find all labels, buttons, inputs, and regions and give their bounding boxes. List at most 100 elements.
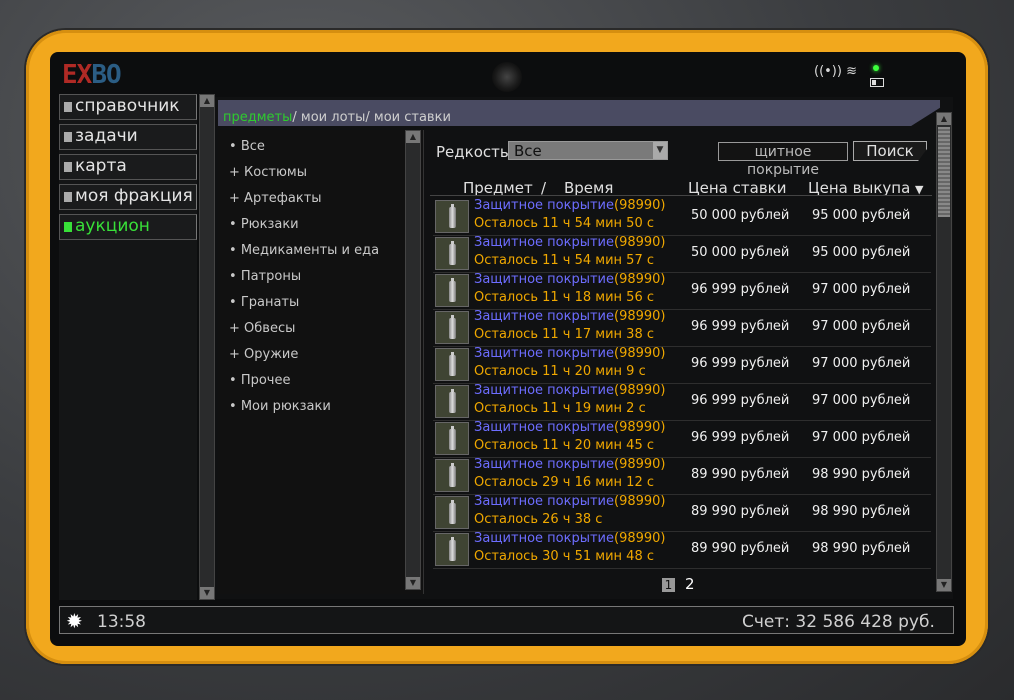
category-item[interactable]: + Оружие <box>229 347 298 362</box>
spray-can-icon <box>449 500 456 524</box>
time-remaining: Осталось 26 ч 38 с <box>474 512 603 527</box>
nav-item-faction[interactable]: моя фракция <box>59 184 197 210</box>
category-item[interactable]: + Артефакты <box>229 191 322 206</box>
table-row[interactable]: Защитное покрытие(98990) Осталось 11 ч 54… <box>433 235 931 273</box>
bid-price: 96 999 рублей <box>691 282 790 297</box>
nav-square-icon <box>64 162 72 172</box>
buyout-price: 97 000 рублей <box>812 356 911 371</box>
battery-icon <box>870 78 884 87</box>
bid-price: 50 000 рублей <box>691 208 790 223</box>
scroll-down-icon[interactable]: ▼ <box>406 577 420 589</box>
bid-price: 96 999 рублей <box>691 319 790 334</box>
time-remaining: Осталось 11 ч 18 мин 56 с <box>474 290 654 305</box>
table-row[interactable]: Защитное покрытие(98990) Осталось 11 ч 18… <box>433 272 931 310</box>
buyout-price: 95 000 рублей <box>812 208 911 223</box>
table-row[interactable]: Защитное покрытие(98990) Осталось 11 ч 17… <box>433 309 931 347</box>
table-row[interactable]: Защитное покрытие(98990) Осталось 11 ч 20… <box>433 346 931 384</box>
scroll-up-icon[interactable]: ▲ <box>937 113 951 125</box>
page-1[interactable]: 1 <box>662 578 675 592</box>
item-thumbnail <box>435 385 469 418</box>
power-led-icon <box>873 65 879 71</box>
item-thumbnail <box>435 200 469 233</box>
scroll-thumb[interactable] <box>938 127 950 217</box>
table-row[interactable]: Защитное покрытие(98990) Осталось 26 ч 38… <box>433 494 931 532</box>
buyout-price: 95 000 рублей <box>812 245 911 260</box>
buyout-price: 97 000 рублей <box>812 393 911 408</box>
nav-item-tasks[interactable]: задачи <box>59 124 197 150</box>
header-divider <box>430 195 932 196</box>
item-thumbnail <box>435 274 469 307</box>
table-row[interactable]: Защитное покрытие(98990) Осталось 11 ч 54… <box>433 198 931 236</box>
chevron-down-icon: ▼ <box>653 142 667 159</box>
table-row[interactable]: Защитное покрытие(98990) Осталось 11 ч 19… <box>433 383 931 421</box>
tab-my-lots[interactable]: мои лоты <box>301 110 365 125</box>
left-scrollbar[interactable]: ▲ ▼ <box>199 94 215 600</box>
spray-can-icon <box>449 204 456 228</box>
category-item[interactable]: • Прочее <box>229 373 290 388</box>
tab-my-bids[interactable]: мои ставки <box>374 110 451 125</box>
nav-square-icon <box>64 132 72 142</box>
nav-square-icon <box>64 102 72 112</box>
rarity-label: Редкость <box>436 143 509 161</box>
bid-price: 50 000 рублей <box>691 245 790 260</box>
bid-price: 89 990 рублей <box>691 541 790 556</box>
spray-can-icon <box>449 537 456 561</box>
category-scrollbar[interactable]: ▲ ▼ <box>405 130 421 590</box>
sun-icon: ✹ <box>66 609 83 633</box>
nav-item-map[interactable]: карта <box>59 154 197 180</box>
search-input[interactable]: щитное покрытие <box>718 142 848 178</box>
scroll-down-icon[interactable]: ▼ <box>200 587 214 599</box>
category-item[interactable]: • Патроны <box>229 269 301 284</box>
item-name: Защитное покрытие(98990) <box>474 198 666 213</box>
bid-price: 89 990 рублей <box>691 467 790 482</box>
spray-can-icon <box>449 426 456 450</box>
item-name: Защитное покрытие(98990) <box>474 346 666 361</box>
scroll-down-icon[interactable]: ▼ <box>937 579 951 591</box>
pagination: 12 <box>662 575 695 593</box>
rarity-dropdown[interactable]: Все ▼ <box>508 141 668 160</box>
search-button[interactable]: Поиск <box>853 141 927 161</box>
bid-price: 96 999 рублей <box>691 393 790 408</box>
time-remaining: Осталось 29 ч 16 мин 12 с <box>474 475 654 490</box>
item-name: Защитное покрытие(98990) <box>474 383 666 398</box>
tabs: предметы/ мои лоты/ мои ставки <box>223 110 451 125</box>
category-item[interactable]: + Обвесы <box>229 321 295 336</box>
category-item[interactable]: • Рюкзаки <box>229 217 299 232</box>
buyout-price: 98 990 рублей <box>812 541 911 556</box>
category-item[interactable]: • Мои рюкзаки <box>229 399 331 414</box>
category-item[interactable]: • Все <box>229 139 265 154</box>
bid-price: 89 990 рублей <box>691 504 790 519</box>
item-thumbnail <box>435 496 469 529</box>
category-item[interactable]: + Костюмы <box>229 165 307 180</box>
buyout-price: 97 000 рублей <box>812 282 911 297</box>
time-remaining: Осталось 11 ч 20 мин 45 с <box>474 438 654 453</box>
item-name: Защитное покрытие(98990) <box>474 457 666 472</box>
account-balance: Счет: 32 586 428 руб. <box>742 612 935 632</box>
item-thumbnail <box>435 459 469 492</box>
nav-item-auction[interactable]: аукцион <box>59 214 197 240</box>
left-nav: справочник задачи карта моя фракция аукц… <box>59 94 197 600</box>
table-row[interactable]: Защитное покрытие(98990) Осталось 11 ч 20… <box>433 420 931 458</box>
table-row[interactable]: Защитное покрытие(98990) Осталось 30 ч 51… <box>433 531 931 569</box>
item-name: Защитное покрытие(98990) <box>474 494 666 509</box>
tab-items[interactable]: предметы <box>223 110 292 125</box>
category-item[interactable]: • Гранаты <box>229 295 299 310</box>
time-remaining: Осталось 11 ч 20 мин 9 с <box>474 364 646 379</box>
item-thumbnail <box>435 533 469 566</box>
page-2[interactable]: 2 <box>685 575 695 593</box>
spray-can-icon <box>449 241 456 265</box>
spray-can-icon <box>449 315 456 339</box>
table-row[interactable]: Защитное покрытие(98990) Осталось 29 ч 16… <box>433 457 931 495</box>
item-name: Защитное покрытие(98990) <box>474 235 666 250</box>
scroll-up-icon[interactable]: ▲ <box>406 131 420 143</box>
item-name: Защитное покрытие(98990) <box>474 420 666 435</box>
category-item[interactable]: • Медикаменты и еда <box>229 243 379 258</box>
nav-item-handbook[interactable]: справочник <box>59 94 197 120</box>
spray-can-icon <box>449 389 456 413</box>
time-remaining: Осталось 11 ч 54 мин 50 с <box>474 216 654 231</box>
time-remaining: Осталось 11 ч 54 мин 57 с <box>474 253 654 268</box>
table-scrollbar[interactable]: ▲ ▼ <box>936 112 952 592</box>
nav-square-icon <box>64 192 72 202</box>
scroll-up-icon[interactable]: ▲ <box>200 95 214 107</box>
buyout-price: 98 990 рублей <box>812 504 911 519</box>
